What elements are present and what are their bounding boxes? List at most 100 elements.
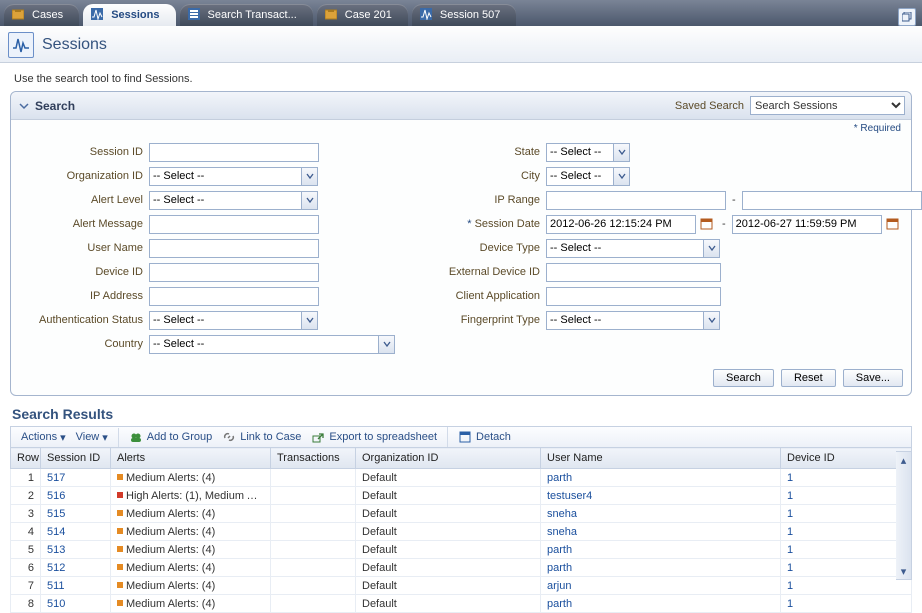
tab-label: Sessions [111,9,159,21]
scroll-down-icon[interactable]: ▾ [896,563,911,579]
cell-user[interactable]: parth [541,559,781,577]
table-row[interactable]: 1517Medium Alerts: (4)Defaultparth1 [11,469,912,487]
ip-range-to-input[interactable] [742,191,922,210]
cell-device[interactable]: 1 [781,577,912,595]
client-app-input[interactable] [546,287,721,306]
session-id-input[interactable] [149,143,319,162]
fingerprint-type-select[interactable] [546,311,721,330]
cell-user[interactable]: sneha [541,505,781,523]
view-menu[interactable]: View ▾ [76,431,108,444]
chevron-down-icon[interactable] [613,143,630,162]
save-button[interactable]: Save... [843,369,903,387]
cell-user[interactable]: testuser4 [541,487,781,505]
column-session-id[interactable]: Session ID [41,448,111,469]
ip-address-input[interactable] [149,287,319,306]
cell-device[interactable]: 1 [781,505,912,523]
device-type-select[interactable] [546,239,721,258]
chevron-down-icon[interactable] [301,167,318,186]
chevron-down-icon[interactable] [301,191,318,210]
cell-device[interactable]: 1 [781,541,912,559]
cell-org: Default [356,523,541,541]
state-select[interactable] [546,143,631,162]
session-date-from-input[interactable] [546,215,696,234]
auth-status-select[interactable] [149,311,319,330]
alert-level-select[interactable] [149,191,319,210]
scroll-up-icon[interactable]: ▴ [896,452,911,468]
column-row[interactable]: Row [11,448,41,469]
detach-button[interactable]: Detach [458,430,511,444]
table-row[interactable]: 4514Medium Alerts: (4)Defaultsneha1 [11,523,912,541]
tab-case-201[interactable]: Case 201 [317,4,408,26]
search-panel: Search Saved Search Search Sessions Requ… [10,91,912,396]
cell-session-id[interactable]: 512 [41,559,111,577]
ext-device-id-input[interactable] [546,263,721,282]
tab-search-transact-[interactable]: Search Transact... [180,4,313,26]
export-button[interactable]: Export to spreadsheet [311,430,437,444]
calendar-from-icon[interactable] [698,215,716,233]
tab-label: Cases [32,9,63,21]
link-to-case-button[interactable]: Link to Case [222,430,301,444]
cell-device[interactable]: 1 [781,523,912,541]
saved-search-select[interactable]: Search Sessions [750,96,905,115]
column-user-name[interactable]: User Name [541,448,781,469]
add-to-group-button[interactable]: Add to Group [129,430,212,444]
restore-window-icon[interactable] [898,8,916,26]
column-transactions[interactable]: Transactions [271,448,356,469]
collapse-search-icon[interactable] [17,99,31,113]
cell-user[interactable]: arjun [541,577,781,595]
cell-session-id[interactable]: 513 [41,541,111,559]
table-row[interactable]: 2516High Alerts: (1), Medium Alerts:Defa… [11,487,912,505]
cell-device[interactable]: 1 [781,559,912,577]
calendar-to-icon[interactable] [884,215,902,233]
session-date-to-input[interactable] [732,215,882,234]
reset-button[interactable]: Reset [781,369,836,387]
table-row[interactable]: 7511Medium Alerts: (4)Defaultarjun1 [11,577,912,595]
org-id-select[interactable] [149,167,319,186]
chevron-down-icon[interactable] [703,311,720,330]
country-select[interactable] [149,335,396,354]
cell-session-id[interactable]: 510 [41,595,111,613]
cell-session-id[interactable]: 516 [41,487,111,505]
tab-session-507[interactable]: Session 507 [412,4,517,26]
cell-session-id[interactable]: 515 [41,505,111,523]
cell-user[interactable]: parth [541,541,781,559]
ip-range-from-input[interactable] [546,191,726,210]
cell-org: Default [356,595,541,613]
table-row[interactable]: 8510Medium Alerts: (4)Defaultparth1 [11,595,912,613]
cell-row: 1 [11,469,41,487]
cell-session-id[interactable]: 511 [41,577,111,595]
detach-icon [458,430,472,444]
column-alerts[interactable]: Alerts [111,448,271,469]
results-scrollbar[interactable]: ▴ ▾ [896,451,912,580]
search-trans-icon [188,8,202,22]
table-row[interactable]: 3515Medium Alerts: (4)Defaultsneha1 [11,505,912,523]
cell-session-id[interactable]: 514 [41,523,111,541]
search-button[interactable]: Search [713,369,774,387]
cell-device[interactable]: 1 [781,469,912,487]
cell-user[interactable]: sneha [541,523,781,541]
range-separator: - [732,194,736,206]
actions-menu[interactable]: Actions ▾ [21,431,66,444]
user-name-input[interactable] [149,239,319,258]
city-select[interactable] [546,167,631,186]
table-row[interactable]: 6512Medium Alerts: (4)Defaultparth1 [11,559,912,577]
cell-device[interactable]: 1 [781,487,912,505]
cell-org: Default [356,487,541,505]
alert-message-input[interactable] [149,215,319,234]
chevron-down-icon: ▾ [60,431,66,444]
cell-user[interactable]: parth [541,469,781,487]
tab-sessions[interactable]: Sessions [83,4,175,26]
cell-user[interactable]: parth [541,595,781,613]
cell-session-id[interactable]: 517 [41,469,111,487]
column-organization-id[interactable]: Organization ID [356,448,541,469]
device-id-input[interactable] [149,263,319,282]
chevron-down-icon[interactable] [703,239,720,258]
tab-cases[interactable]: Cases [4,4,79,26]
label-ip-range: IP Range [418,194,546,206]
table-row[interactable]: 5513Medium Alerts: (4)Defaultparth1 [11,541,912,559]
column-device-id[interactable]: Device ID [781,448,912,469]
chevron-down-icon[interactable] [378,335,395,354]
chevron-down-icon[interactable] [301,311,318,330]
chevron-down-icon[interactable] [613,167,630,186]
cell-device[interactable]: 1 [781,595,912,613]
